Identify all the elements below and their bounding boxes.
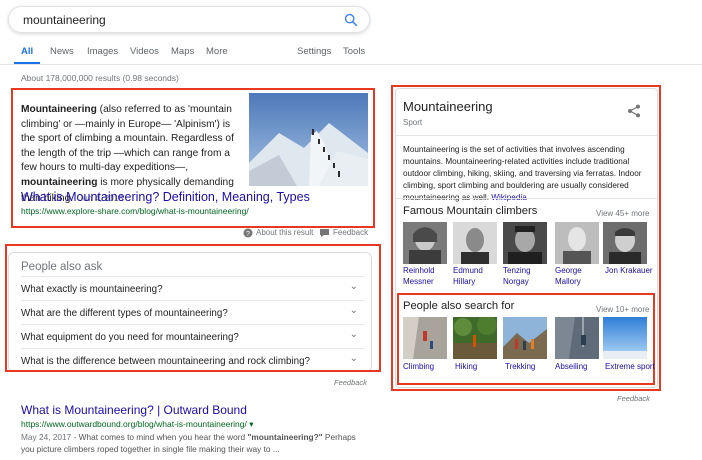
climber-photo[interactable]: [603, 222, 647, 264]
related-photo[interactable]: [403, 317, 447, 359]
climber-name-link[interactable]: Jon Krakauer: [605, 266, 655, 277]
tab-maps[interactable]: Maps: [171, 46, 194, 57]
climbers-heading: Famous Mountain climbers: [403, 205, 538, 217]
also-search-heading: People also search for: [403, 300, 515, 312]
result-url[interactable]: https://www.outwardbound.org/blog/what-i…: [21, 419, 254, 430]
snippet-url[interactable]: https://www.explore-share.com/blog/what-…: [21, 206, 249, 216]
related-search-link[interactable]: Trekking: [505, 362, 555, 373]
kp-divider: [396, 135, 657, 136]
paa-question[interactable]: What exactly is mountaineering? ⌄: [21, 276, 364, 300]
tab-settings[interactable]: Settings: [297, 46, 331, 57]
tab-news[interactable]: News: [50, 46, 74, 57]
also-search-view-more[interactable]: View 10+ more: [596, 305, 649, 314]
paa-question[interactable]: What equipment do you need for mountaine…: [21, 324, 364, 348]
snippet-title-link[interactable]: What is Mountaineering? Definition, Mean…: [21, 190, 310, 204]
search-box[interactable]: mountaineering: [8, 6, 370, 33]
feedback-link[interactable]: Feedback: [333, 228, 368, 237]
climber-name-link[interactable]: George Mallory: [555, 266, 605, 287]
related-search-link[interactable]: Abseiling: [555, 362, 605, 373]
result-snippet: May 24, 2017 - What comes to mind when y…: [21, 432, 356, 454]
kp-divider: [396, 198, 657, 199]
climber-photo[interactable]: [403, 222, 447, 264]
chevron-down-icon[interactable]: ⌄: [350, 329, 358, 340]
feedback-flag-icon[interactable]: [320, 229, 329, 237]
chevron-down-icon[interactable]: ⌄: [350, 305, 358, 316]
search-input[interactable]: mountaineering: [23, 13, 106, 27]
climber-photo[interactable]: [453, 222, 497, 264]
svg-text:?: ?: [246, 231, 250, 238]
tab-videos[interactable]: Videos: [130, 46, 159, 57]
related-photo[interactable]: [603, 317, 647, 359]
related-search-link[interactable]: Extreme sport: [605, 362, 655, 373]
result-title-link[interactable]: What is Mountaineering? | Outward Bound: [21, 403, 247, 417]
paa-question[interactable]: What are the different types of mountain…: [21, 300, 364, 324]
related-photo[interactable]: [555, 317, 599, 359]
tab-tools[interactable]: Tools: [343, 46, 365, 57]
kp-subtitle: Sport: [403, 118, 423, 127]
kp-title: Mountaineering: [403, 99, 493, 114]
tabs-divider: [0, 64, 702, 65]
climber-photo[interactable]: [503, 222, 547, 264]
tab-images[interactable]: Images: [87, 46, 118, 57]
paa-question[interactable]: What is the difference between mountaine…: [21, 348, 364, 372]
help-icon[interactable]: ?: [243, 228, 253, 238]
climber-name-link[interactable]: Edmund Hillary: [453, 266, 503, 287]
share-icon[interactable]: [627, 104, 641, 118]
kp-description: Mountaineering is the set of activities …: [403, 144, 650, 204]
snippet-image[interactable]: [249, 93, 368, 186]
tab-all[interactable]: All: [21, 46, 33, 57]
related-search-link[interactable]: Climbing: [403, 362, 453, 373]
climber-name-link[interactable]: Tenzing Norgay: [503, 266, 553, 287]
paa-heading: People also ask: [21, 261, 103, 273]
related-photo[interactable]: [503, 317, 547, 359]
related-photo[interactable]: [453, 317, 497, 359]
related-search-link[interactable]: Hiking: [455, 362, 505, 373]
chevron-down-icon[interactable]: ⌄: [350, 281, 358, 292]
kp-feedback-link[interactable]: Feedback: [617, 394, 650, 403]
search-icon[interactable]: [343, 12, 359, 28]
climbers-view-more[interactable]: View 45+ more: [596, 209, 649, 218]
paa-feedback-link[interactable]: Feedback: [334, 378, 367, 387]
climber-photo[interactable]: [555, 222, 599, 264]
about-this-result-link[interactable]: About this result: [256, 228, 313, 237]
url-dropdown-icon[interactable]: ▾: [249, 419, 253, 429]
chevron-down-icon[interactable]: ⌄: [350, 353, 358, 364]
tab-more[interactable]: More: [206, 46, 228, 57]
climber-name-link[interactable]: Reinhold Messner: [403, 266, 453, 287]
result-stats: About 178,000,000 results (0.98 seconds): [21, 73, 179, 83]
